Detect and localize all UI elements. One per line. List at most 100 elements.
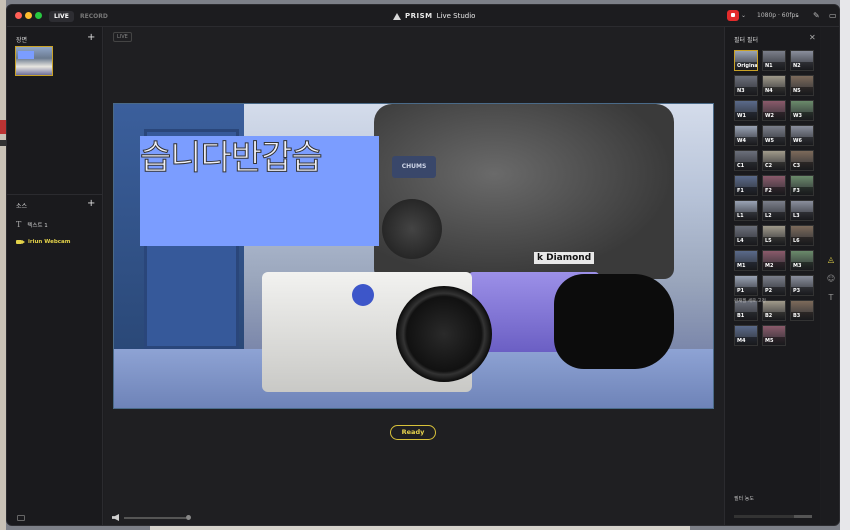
filter-strength-slider[interactable] — [734, 515, 812, 518]
text-tool-icon[interactable]: T — [826, 293, 836, 303]
filter-item[interactable]: W1 — [734, 100, 758, 121]
app-name: Live Studio — [436, 12, 476, 20]
save-favorite-filter[interactable]: 현재필 세로 고정 — [734, 298, 766, 304]
minimize-window-button[interactable] — [25, 12, 32, 19]
left-panel: 장면 + 소스 + T 텍스트 1 iriun Webcam — [7, 27, 103, 525]
filter-item[interactable]: M3 — [790, 250, 814, 271]
filter-label: P1 — [737, 288, 745, 294]
filter-item[interactable]: C1 — [734, 150, 758, 171]
close-icon[interactable]: ✕ — [809, 33, 816, 42]
filter-item[interactable]: M5 — [762, 325, 786, 346]
record-dropdown-caret[interactable]: ⌄ — [741, 10, 746, 22]
filter-item[interactable]: L3 — [790, 200, 814, 221]
filter-label: N4 — [765, 88, 773, 94]
close-window-button[interactable] — [15, 12, 22, 19]
filter-item[interactable]: F1 — [734, 175, 758, 196]
filter-item[interactable]: P3 — [790, 275, 814, 296]
prism-window: LIVE RECORD PRISM Live Studio ⌄ 1080p · … — [6, 4, 840, 526]
filter-label: W3 — [793, 113, 802, 119]
ready-button[interactable]: Ready — [390, 425, 436, 440]
volume-knob[interactable] — [186, 515, 191, 520]
scene-thumbnail[interactable] — [15, 46, 53, 76]
filter-label: F1 — [737, 188, 744, 194]
filter-item[interactable]: N4 — [762, 75, 786, 96]
source-label: iriun Webcam — [28, 239, 71, 245]
filter-label: M1 — [737, 263, 746, 269]
filter-label: L4 — [737, 238, 744, 244]
volume-icon[interactable] — [112, 514, 119, 521]
resolution-caret[interactable]: ⌄ — [795, 10, 800, 22]
filter-item[interactable]: M1 — [734, 250, 758, 271]
filter-label: M4 — [737, 338, 746, 344]
pin-icon[interactable]: ✎ — [813, 10, 820, 22]
filter-label: B3 — [793, 313, 801, 319]
overlay-text: 습니다반갑습 — [140, 138, 324, 179]
live-mode-tab[interactable]: LIVE — [49, 11, 74, 22]
filter-label: L2 — [765, 213, 772, 219]
filter-item[interactable]: W4 — [734, 125, 758, 146]
filter-item[interactable]: N5 — [790, 75, 814, 96]
filter-label: N5 — [793, 88, 801, 94]
filter-item[interactable]: N3 — [734, 75, 758, 96]
filter-item[interactable]: W5 — [762, 125, 786, 146]
source-item-text[interactable]: T 텍스트 1 — [16, 220, 48, 229]
filter-item[interactable]: W2 — [762, 100, 786, 121]
filter-item[interactable]: C2 — [762, 150, 786, 171]
filter-item[interactable]: P1 — [734, 275, 758, 296]
record-button[interactable] — [727, 10, 739, 21]
filter-label: Original — [737, 63, 758, 69]
brand-name: PRISM — [405, 12, 433, 20]
title-bar: LIVE RECORD PRISM Live Studio ⌄ 1080p · … — [7, 5, 839, 27]
filter-item[interactable]: M2 — [762, 250, 786, 271]
filter-label: P2 — [765, 288, 773, 294]
filter-item[interactable]: F3 — [790, 175, 814, 196]
filter-icon[interactable]: ◬ — [826, 255, 836, 265]
filter-label: P3 — [793, 288, 801, 294]
volume-slider[interactable] — [124, 517, 186, 519]
desktop-edge-right — [840, 0, 850, 530]
filter-item[interactable]: L4 — [734, 225, 758, 246]
layout-icon[interactable] — [17, 515, 25, 521]
filter-item[interactable]: L1 — [734, 200, 758, 221]
filter-label: B1 — [737, 313, 745, 319]
sticker-icon[interactable]: ☺ — [826, 274, 836, 284]
filter-label: F3 — [793, 188, 800, 194]
filter-item[interactable]: N2 — [790, 50, 814, 71]
source-label: 텍스트 1 — [27, 222, 48, 229]
filter-item[interactable]: B3 — [790, 300, 814, 321]
maximize-window-button[interactable] — [35, 12, 42, 19]
filter-label: L5 — [765, 238, 772, 244]
filter-item[interactable]: F2 — [762, 175, 786, 196]
filter-strength-label: 필터 농도 — [734, 496, 754, 502]
filter-item[interactable]: C3 — [790, 150, 814, 171]
text-overlay[interactable]: 습니다반갑습 — [140, 136, 379, 246]
filter-label: W4 — [737, 138, 746, 144]
filter-item[interactable]: P2 — [762, 275, 786, 296]
preview-tripod — [382, 199, 442, 259]
filter-item[interactable]: Original — [734, 50, 758, 71]
record-mode-tab[interactable]: RECORD — [75, 11, 113, 22]
filter-item[interactable]: M4 — [734, 325, 758, 346]
preview-canvas[interactable]: CHUMS k Diamond 습니다반갑습 — [113, 103, 714, 409]
filter-item[interactable]: L5 — [762, 225, 786, 246]
filter-label: M5 — [765, 338, 774, 344]
add-scene-button[interactable]: + — [87, 33, 95, 43]
filter-item[interactable]: L2 — [762, 200, 786, 221]
filter-item[interactable]: W6 — [790, 125, 814, 146]
sources-title: 소스 — [16, 203, 28, 210]
chat-icon[interactable]: ▭ — [829, 10, 837, 22]
bag-label: k Diamond — [534, 252, 595, 264]
filter-label: C2 — [765, 163, 773, 169]
filter-item[interactable]: W3 — [790, 100, 814, 121]
filter-label: L6 — [793, 238, 800, 244]
filter-label: N1 — [765, 63, 773, 69]
source-item-webcam[interactable]: iriun Webcam — [16, 239, 70, 245]
resolution-selector[interactable]: 1080p · 60fps — [757, 10, 798, 22]
filter-item[interactable]: L6 — [790, 225, 814, 246]
prism-logo-icon — [393, 12, 401, 20]
filter-label: M2 — [765, 263, 774, 269]
filter-item[interactable]: N1 — [762, 50, 786, 71]
filter-label: L3 — [793, 213, 800, 219]
panel-divider — [7, 194, 103, 195]
add-source-button[interactable]: + — [87, 199, 95, 209]
